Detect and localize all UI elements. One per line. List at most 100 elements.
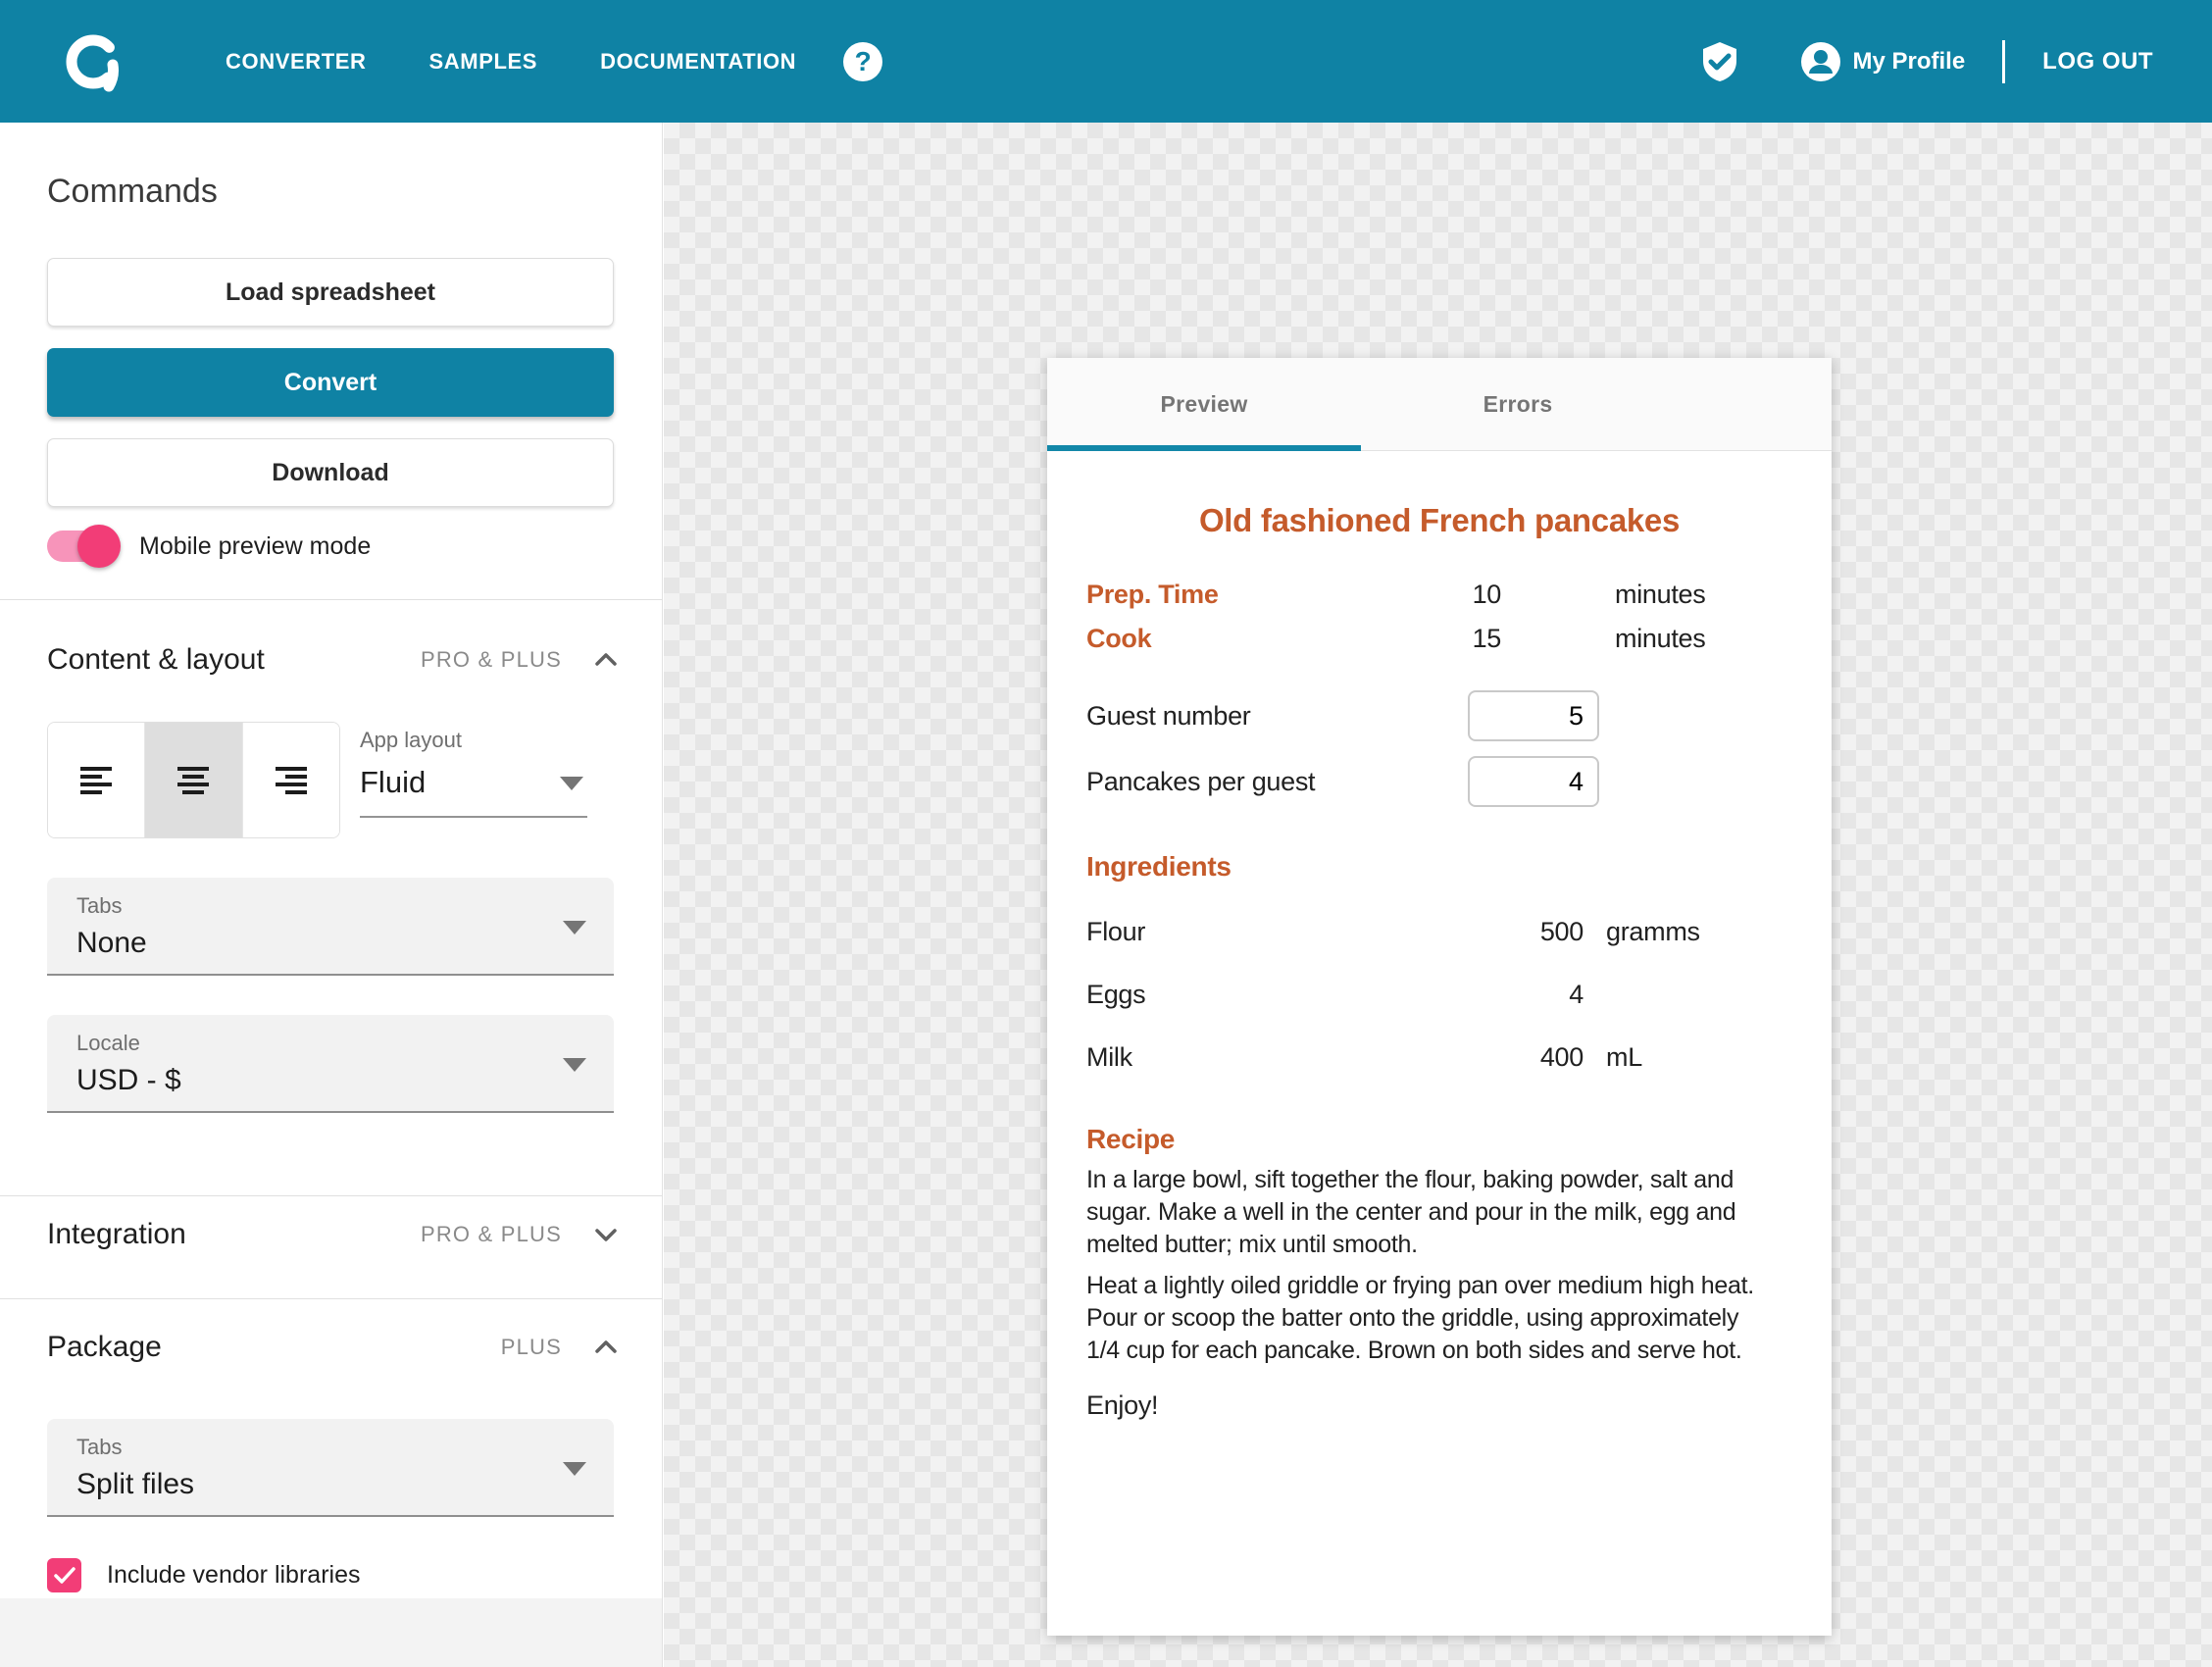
integration-header: Integration PRO & PLUS	[0, 1218, 662, 1251]
tabs-select[interactable]: Tabs None	[47, 878, 614, 976]
app-logo-icon[interactable]	[63, 31, 124, 92]
recipe-step: Heat a lightly oiled griddle or frying p…	[1086, 1270, 1773, 1367]
collapse-chevron-up-icon[interactable]	[589, 643, 623, 677]
logout-button[interactable]: LOG OUT	[2042, 48, 2153, 76]
app-layout-label: App layout	[360, 728, 587, 753]
package-tabs-label: Tabs	[76, 1435, 590, 1460]
include-vendor-label: Include vendor libraries	[107, 1561, 360, 1590]
align-left-icon	[76, 765, 116, 796]
package-tabs-select[interactable]: Tabs Split files	[47, 1419, 614, 1517]
mobile-preview-label: Mobile preview mode	[139, 532, 371, 561]
shield-check-icon	[1701, 41, 1738, 82]
convert-button[interactable]: Convert	[47, 348, 614, 417]
dropdown-caret-icon	[560, 777, 583, 790]
collapse-chevron-up-icon[interactable]	[589, 1331, 623, 1364]
preview-card: Preview Errors Old fashioned French panc…	[1047, 358, 1832, 1636]
meta-label: Cook	[1086, 624, 1425, 654]
ingredient-unit: mL	[1606, 1042, 1642, 1073]
sidebar-divider	[0, 1298, 662, 1299]
ingredient-row: Milk 400 mL	[1086, 1026, 1792, 1088]
align-right-button[interactable]	[243, 723, 339, 837]
user-icon	[1801, 42, 1840, 81]
ingredient-row: Flour 500 gramms	[1086, 900, 1792, 963]
include-vendor-checkbox[interactable]	[47, 1558, 81, 1592]
tab-errors[interactable]: Errors	[1361, 358, 1675, 450]
ingredients-heading: Ingredients	[1086, 851, 1792, 883]
package-header: Package PLUS	[0, 1331, 662, 1364]
tabs-value: None	[76, 927, 590, 960]
recipe-heading: Recipe	[1086, 1124, 1792, 1155]
dropdown-caret-icon	[563, 1058, 586, 1072]
tab-preview[interactable]: Preview	[1047, 358, 1361, 450]
package-title: Package	[47, 1331, 501, 1364]
text-align-group	[47, 722, 340, 838]
recipe-closing: Enjoy!	[1086, 1390, 1792, 1421]
sidebar-footer	[0, 1598, 662, 1667]
pancakes-per-guest-input[interactable]	[1468, 756, 1599, 807]
include-vendor-row: Include vendor libraries	[47, 1558, 662, 1592]
load-spreadsheet-button[interactable]: Load spreadsheet	[47, 258, 614, 327]
meta-value: 10	[1425, 580, 1501, 610]
ingredient-row: Eggs 4	[1086, 963, 1792, 1026]
active-tab-indicator	[1047, 445, 1361, 451]
package-badge: PLUS	[501, 1335, 562, 1360]
app-layout-select[interactable]: App layout Fluid	[360, 722, 587, 838]
topbar-right: My Profile LOG OUT	[1701, 40, 2153, 83]
help-button[interactable]: ?	[843, 42, 882, 81]
ingredient-qty: 500	[1420, 917, 1584, 947]
tabs-label: Tabs	[76, 893, 590, 919]
locale-select[interactable]: Locale USD - $	[47, 1015, 614, 1113]
preview-canvas: Preview Errors Old fashioned French panc…	[664, 123, 2212, 1667]
download-button[interactable]: Download	[47, 438, 614, 507]
profile-label: My Profile	[1852, 48, 1965, 76]
input-row: Pancakes per guest	[1086, 756, 1792, 807]
meta-label: Prep. Time	[1086, 580, 1425, 610]
align-left-button[interactable]	[48, 723, 145, 837]
expand-chevron-down-icon[interactable]	[589, 1218, 623, 1251]
meta-table: Prep. Time 10 minutes Cook 15 minutes	[1086, 573, 1792, 661]
recipe-app-preview: Old fashioned French pancakes Prep. Time…	[1047, 502, 1832, 1421]
mobile-preview-row: Mobile preview mode	[47, 530, 662, 562]
align-center-button[interactable]	[145, 723, 242, 837]
profile-button[interactable]: My Profile	[1801, 42, 1965, 81]
nav-documentation[interactable]: DOCUMENTATION	[600, 49, 796, 75]
main-nav: CONVERTER SAMPLES DOCUMENTATION	[226, 49, 796, 75]
ingredient-name: Flour	[1086, 917, 1420, 947]
ingredient-name: Milk	[1086, 1042, 1420, 1073]
commands-title: Commands	[47, 173, 615, 211]
input-row: Guest number	[1086, 690, 1792, 741]
meta-row: Prep. Time 10 minutes	[1086, 573, 1792, 617]
ingredients-table: Flour 500 gramms Eggs 4 Milk 400 mL	[1086, 900, 1792, 1088]
align-right-icon	[272, 765, 311, 796]
mobile-preview-toggle[interactable]	[47, 530, 118, 562]
toggle-knob	[77, 525, 121, 568]
meta-value: 15	[1425, 624, 1501, 654]
locale-value: USD - $	[76, 1064, 590, 1097]
package-tabs-value: Split files	[76, 1468, 590, 1501]
ingredient-name: Eggs	[1086, 980, 1420, 1010]
ingredient-unit: gramms	[1606, 917, 1700, 947]
sidebar-divider	[0, 1195, 662, 1196]
recipe-title: Old fashioned French pancakes	[1086, 502, 1792, 539]
integration-badge: PRO & PLUS	[421, 1222, 562, 1247]
dropdown-caret-icon	[563, 1462, 586, 1476]
app-layout-value: Fluid	[360, 765, 587, 800]
nav-converter[interactable]: CONVERTER	[226, 49, 367, 75]
input-rows: Guest number Pancakes per guest	[1086, 690, 1792, 807]
ingredient-qty: 4	[1420, 980, 1584, 1010]
meta-unit: minutes	[1615, 624, 1705, 654]
meta-unit: minutes	[1615, 580, 1705, 610]
sidebar: Commands Load spreadsheet Convert Downlo…	[0, 123, 663, 1667]
align-center-icon	[174, 765, 213, 796]
pancakes-per-guest-label: Pancakes per guest	[1086, 767, 1425, 797]
checkmark-icon	[53, 1566, 76, 1586]
field-underline	[360, 816, 587, 818]
dropdown-caret-icon	[563, 921, 586, 935]
topbar-divider	[2002, 40, 2005, 83]
ingredient-qty: 400	[1420, 1042, 1584, 1073]
layout-controls: App layout Fluid	[47, 722, 615, 838]
integration-title: Integration	[47, 1218, 421, 1251]
nav-samples[interactable]: SAMPLES	[429, 49, 538, 75]
sidebar-divider	[0, 599, 662, 600]
guest-number-input[interactable]	[1468, 690, 1599, 741]
